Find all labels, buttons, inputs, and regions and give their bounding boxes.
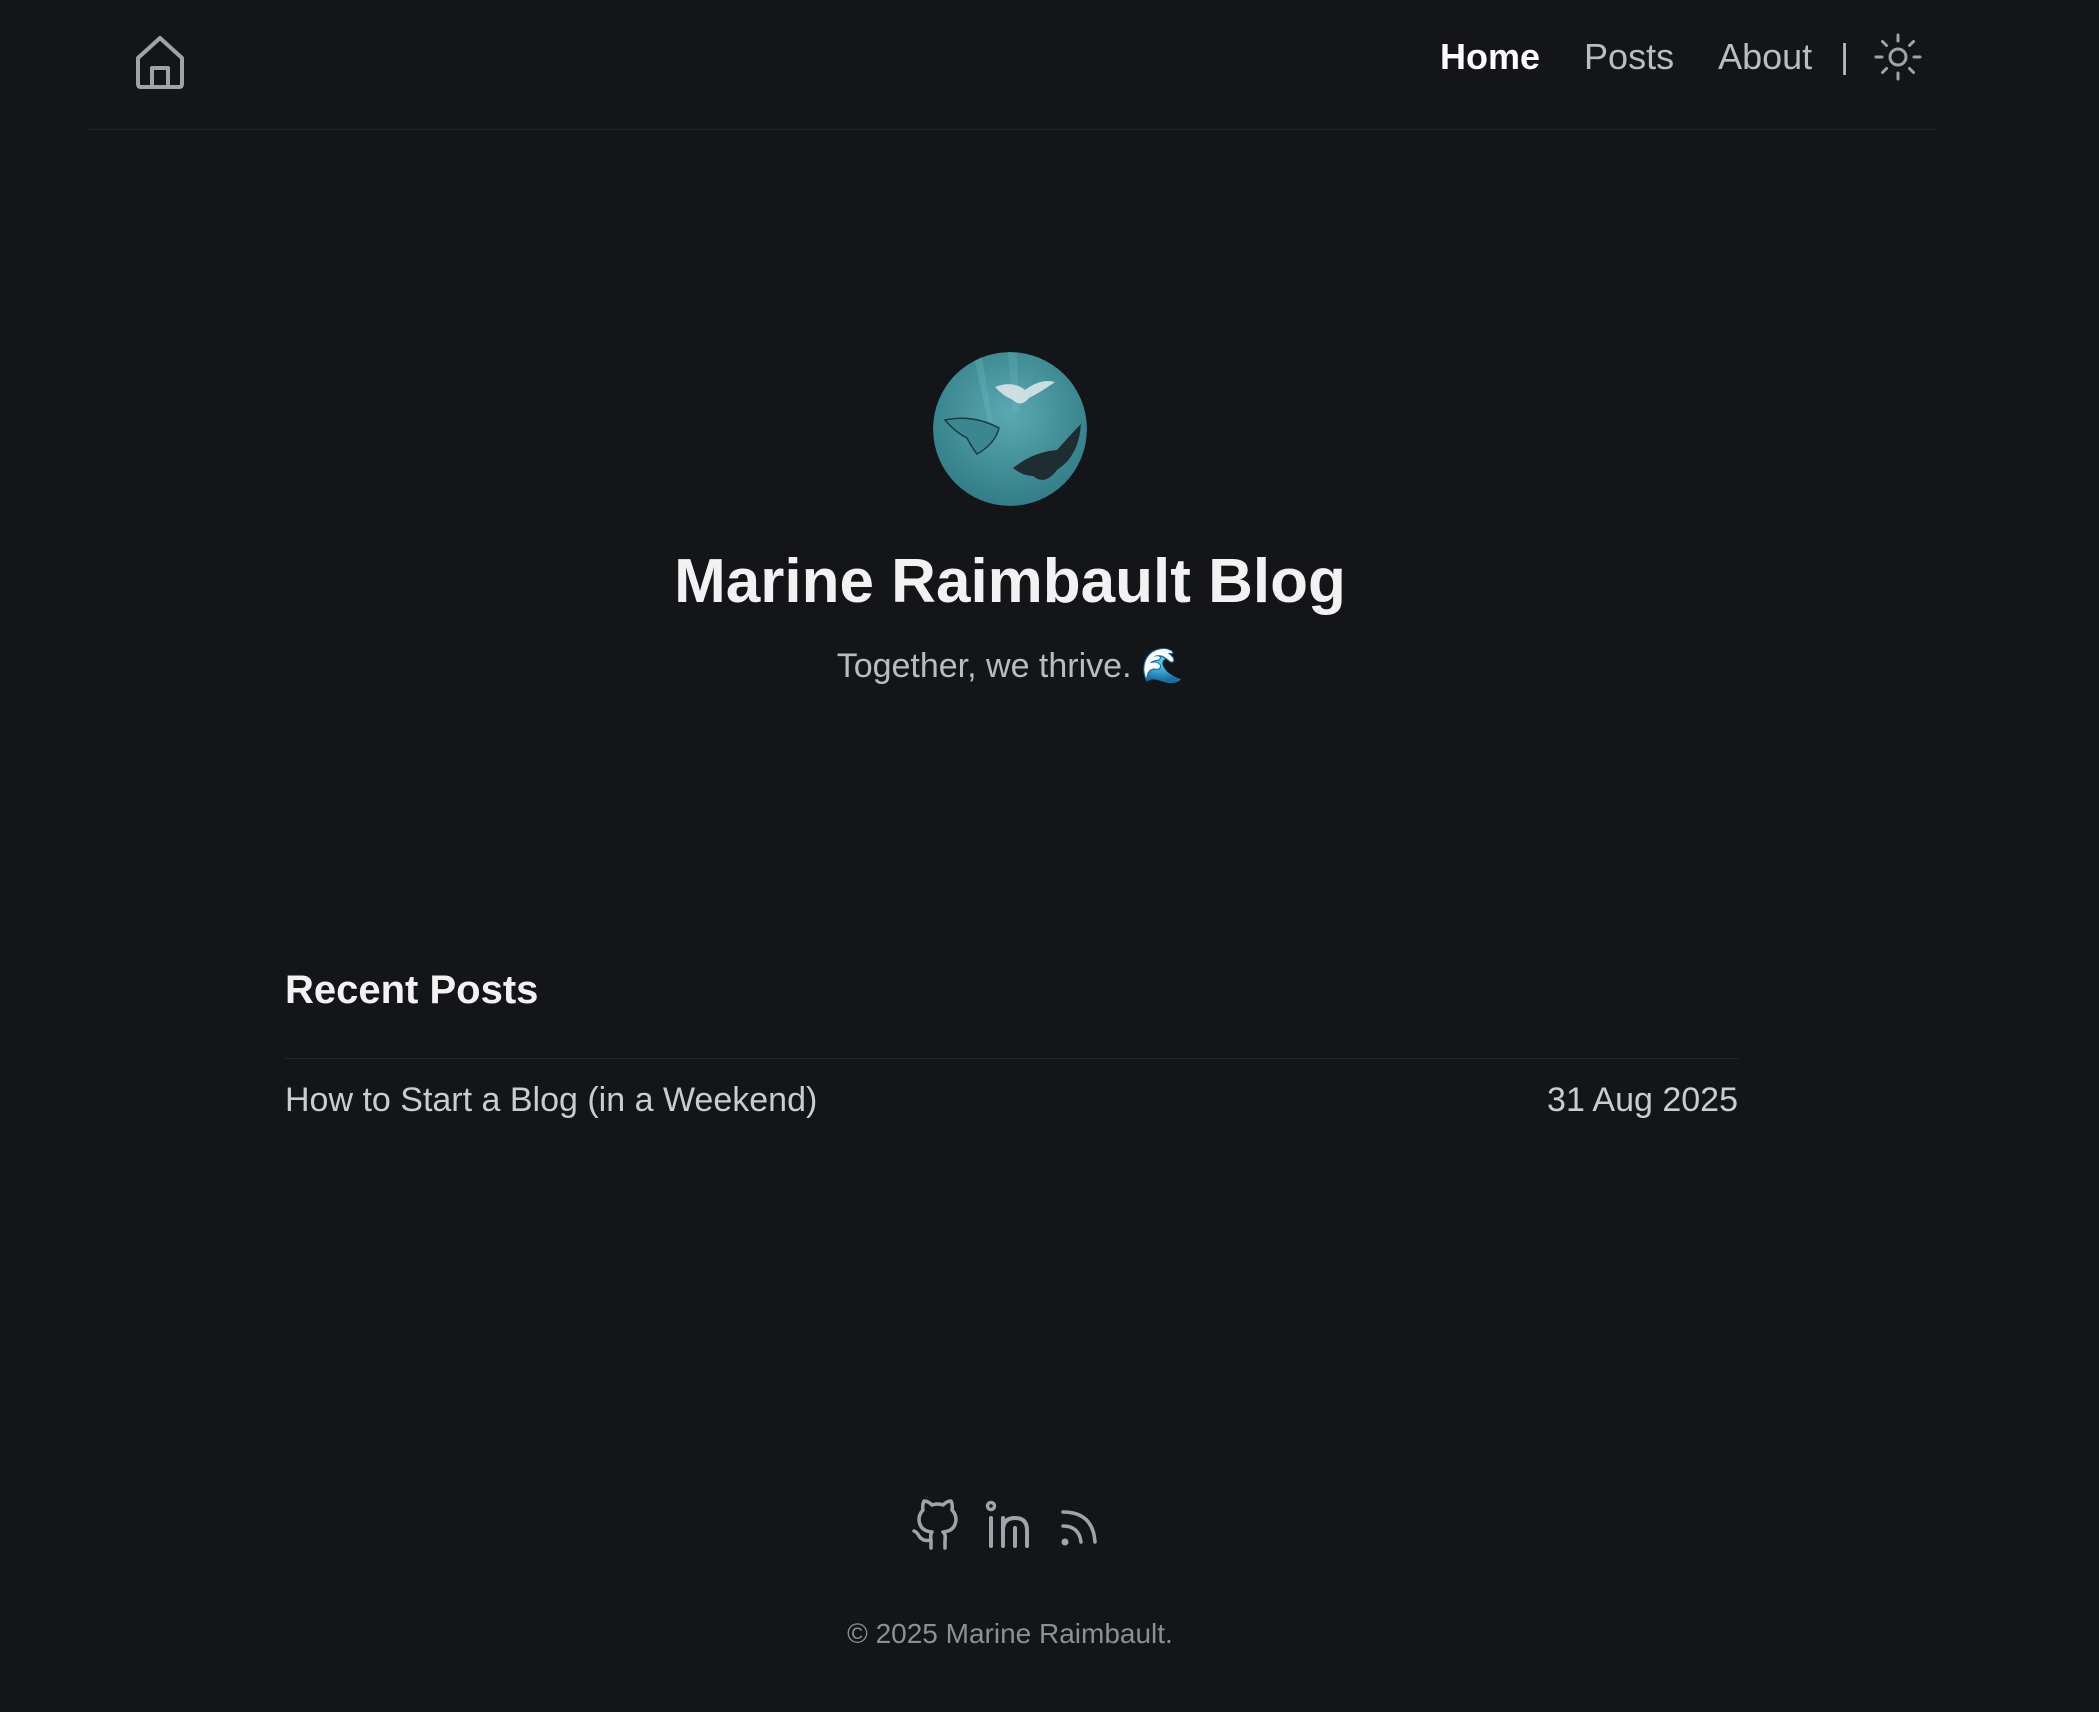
github-link[interactable] bbox=[909, 1496, 967, 1554]
site-tagline: Together, we thrive. 🌊 bbox=[836, 647, 1184, 686]
nav-home-link[interactable]: Home bbox=[1440, 36, 1540, 78]
nav-separator: | bbox=[1840, 37, 1849, 76]
post-list-item: How to Start a Blog (in a Weekend) 31 Au… bbox=[285, 1058, 1738, 1120]
github-icon bbox=[912, 1499, 958, 1550]
nav-about-link[interactable]: About bbox=[1718, 36, 1812, 78]
post-title-link[interactable]: How to Start a Blog (in a Weekend) bbox=[285, 1081, 817, 1120]
main-nav: Home Posts About | bbox=[1440, 0, 1935, 114]
sun-icon bbox=[1874, 33, 1922, 81]
home-icon bbox=[136, 36, 184, 89]
theme-toggle-button[interactable] bbox=[1873, 32, 1923, 82]
site-header: Home Posts About | bbox=[87, 0, 1935, 130]
social-links bbox=[0, 1496, 2020, 1554]
hero-section: Marine Raimbault Blog Together, we thriv… bbox=[0, 352, 2020, 686]
avatar-image bbox=[933, 352, 1087, 506]
avatar bbox=[933, 352, 1087, 506]
site-footer: © 2025 Marine Raimbault. bbox=[0, 1496, 2020, 1650]
recent-posts-section: Recent Posts How to Start a Blog (in a W… bbox=[285, 966, 1738, 1120]
linkedin-link[interactable] bbox=[981, 1496, 1039, 1554]
site-title: Marine Raimbault Blog bbox=[674, 547, 1346, 616]
copyright-text: © 2025 Marine Raimbault. bbox=[847, 1618, 1173, 1649]
post-date: 31 Aug 2025 bbox=[1547, 1081, 1738, 1119]
rss-icon bbox=[1061, 1510, 1097, 1546]
linkedin-icon bbox=[985, 1500, 1029, 1548]
recent-posts-heading: Recent Posts bbox=[285, 968, 539, 1012]
nav-posts-link[interactable]: Posts bbox=[1584, 36, 1674, 78]
home-logo-link[interactable] bbox=[134, 34, 186, 90]
rss-link[interactable] bbox=[1053, 1496, 1111, 1554]
